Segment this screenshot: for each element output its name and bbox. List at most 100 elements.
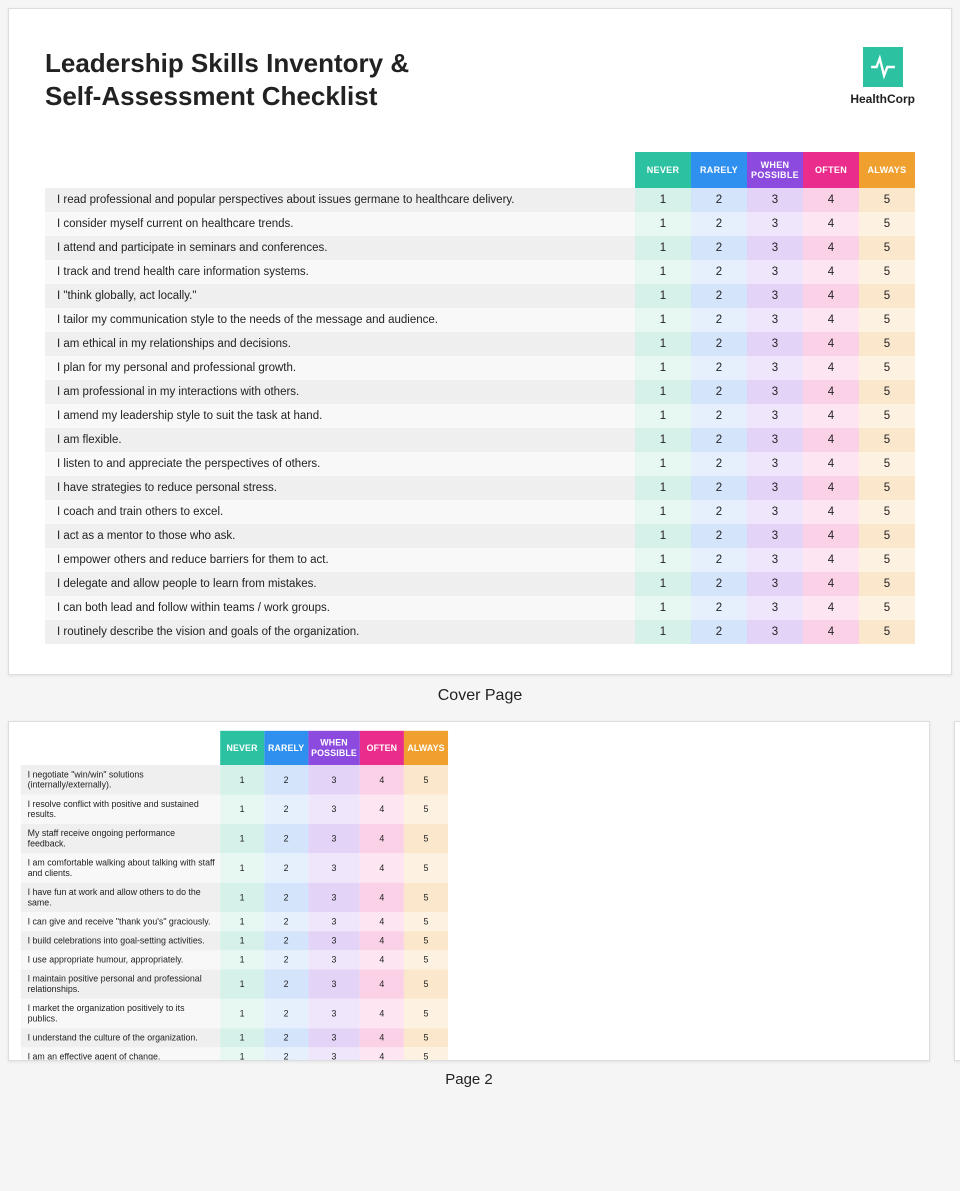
rating-cell[interactable]: 5 [859,452,915,476]
rating-cell[interactable]: 1 [635,380,691,404]
rating-cell[interactable]: 5 [859,404,915,428]
rating-cell[interactable]: 2 [264,765,308,794]
rating-cell[interactable]: 5 [404,883,448,912]
rating-cell[interactable]: 5 [404,824,448,853]
rating-cell[interactable]: 4 [803,332,859,356]
rating-cell[interactable]: 3 [747,428,803,452]
rating-cell[interactable]: 1 [220,853,264,882]
rating-cell[interactable]: 4 [360,765,404,794]
rating-cell[interactable]: 3 [747,308,803,332]
rating-cell[interactable]: 3 [308,853,360,882]
rating-cell[interactable]: 5 [859,332,915,356]
rating-cell[interactable]: 4 [803,524,859,548]
rating-cell[interactable]: 1 [635,404,691,428]
rating-cell[interactable]: 4 [803,452,859,476]
rating-cell[interactable]: 4 [803,188,859,212]
rating-cell[interactable]: 1 [635,428,691,452]
rating-cell[interactable]: 1 [220,912,264,931]
rating-cell[interactable]: 1 [635,452,691,476]
rating-cell[interactable]: 3 [308,999,360,1028]
rating-cell[interactable]: 1 [635,548,691,572]
rating-cell[interactable]: 3 [308,912,360,931]
rating-cell[interactable]: 5 [859,260,915,284]
rating-cell[interactable]: 1 [635,620,691,644]
rating-cell[interactable]: 2 [264,950,308,969]
rating-cell[interactable]: 4 [803,596,859,620]
rating-cell[interactable]: 4 [360,969,404,998]
rating-cell[interactable]: 5 [859,212,915,236]
rating-cell[interactable]: 5 [404,1028,448,1047]
rating-cell[interactable]: 4 [803,572,859,596]
rating-cell[interactable]: 4 [360,1028,404,1047]
rating-cell[interactable]: 1 [635,188,691,212]
rating-cell[interactable]: 1 [635,572,691,596]
rating-cell[interactable]: 1 [635,500,691,524]
rating-cell[interactable]: 1 [635,476,691,500]
rating-cell[interactable]: 4 [803,356,859,380]
rating-cell[interactable]: 2 [691,548,747,572]
rating-cell[interactable]: 2 [691,188,747,212]
rating-cell[interactable]: 5 [859,524,915,548]
rating-cell[interactable]: 3 [308,950,360,969]
rating-cell[interactable]: 5 [404,1047,448,1061]
rating-cell[interactable]: 5 [404,795,448,824]
rating-cell[interactable]: 2 [691,428,747,452]
rating-cell[interactable]: 1 [220,765,264,794]
rating-cell[interactable]: 4 [803,428,859,452]
rating-cell[interactable]: 5 [859,596,915,620]
rating-cell[interactable]: 2 [264,795,308,824]
rating-cell[interactable]: 5 [859,548,915,572]
rating-cell[interactable]: 3 [747,452,803,476]
rating-cell[interactable]: 3 [747,548,803,572]
rating-cell[interactable]: 2 [264,1047,308,1061]
rating-cell[interactable]: 2 [691,500,747,524]
rating-cell[interactable]: 2 [691,212,747,236]
rating-cell[interactable]: 5 [859,284,915,308]
rating-cell[interactable]: 4 [803,236,859,260]
rating-cell[interactable]: 4 [803,284,859,308]
rating-cell[interactable]: 4 [803,380,859,404]
rating-cell[interactable]: 3 [308,883,360,912]
rating-cell[interactable]: 2 [691,356,747,380]
rating-cell[interactable]: 3 [308,969,360,998]
rating-cell[interactable]: 1 [635,284,691,308]
rating-cell[interactable]: 4 [360,912,404,931]
rating-cell[interactable]: 5 [404,969,448,998]
rating-cell[interactable]: 3 [747,404,803,428]
rating-cell[interactable]: 5 [859,308,915,332]
rating-cell[interactable]: 3 [747,476,803,500]
rating-cell[interactable]: 2 [691,572,747,596]
rating-cell[interactable]: 1 [635,236,691,260]
rating-cell[interactable]: 3 [747,356,803,380]
rating-cell[interactable]: 2 [691,452,747,476]
rating-cell[interactable]: 1 [635,332,691,356]
rating-cell[interactable]: 2 [691,380,747,404]
rating-cell[interactable]: 2 [264,883,308,912]
rating-cell[interactable]: 2 [691,524,747,548]
rating-cell[interactable]: 1 [220,950,264,969]
rating-cell[interactable]: 2 [264,853,308,882]
page-2-thumbnail[interactable]: NEVER RARELY WHEN POSSIBLE OFTEN ALWAYS … [8,721,930,1061]
rating-cell[interactable]: 2 [691,596,747,620]
rating-cell[interactable]: 3 [747,500,803,524]
rating-cell[interactable]: 4 [803,260,859,284]
rating-cell[interactable]: 2 [691,620,747,644]
rating-cell[interactable]: 1 [220,824,264,853]
rating-cell[interactable]: 3 [747,260,803,284]
rating-cell[interactable]: 2 [691,260,747,284]
rating-cell[interactable]: 5 [859,188,915,212]
rating-cell[interactable]: 3 [308,1028,360,1047]
rating-cell[interactable]: 2 [264,912,308,931]
rating-cell[interactable]: 3 [747,236,803,260]
rating-cell[interactable]: 2 [264,931,308,950]
rating-cell[interactable]: 5 [404,912,448,931]
rating-cell[interactable]: 2 [691,476,747,500]
rating-cell[interactable]: 5 [859,500,915,524]
rating-cell[interactable]: 5 [859,476,915,500]
rating-cell[interactable]: 3 [308,931,360,950]
rating-cell[interactable]: 3 [308,824,360,853]
rating-cell[interactable]: 4 [360,1047,404,1061]
rating-cell[interactable]: 1 [635,212,691,236]
rating-cell[interactable]: 1 [635,596,691,620]
rating-cell[interactable]: 2 [264,999,308,1028]
